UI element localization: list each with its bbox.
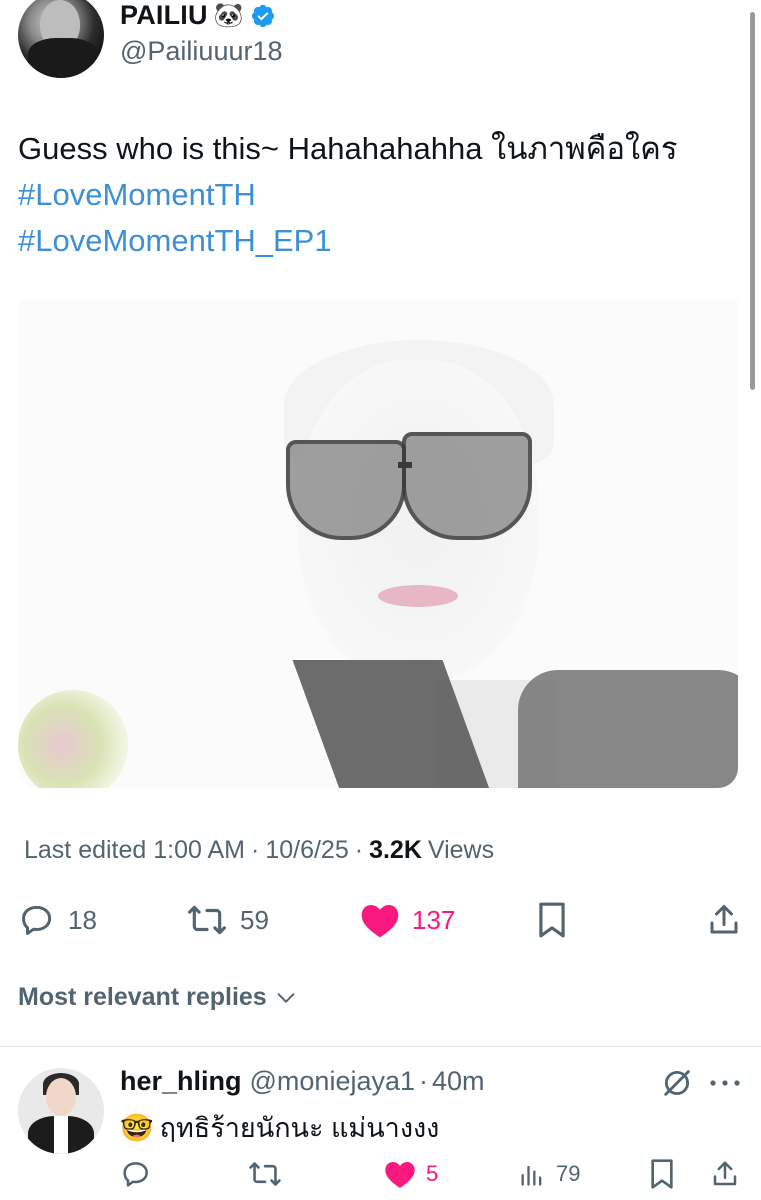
divider — [0, 1046, 761, 1047]
reply-body: ฤทธิร้ายนักนะ แม่นางงง — [159, 1113, 440, 1143]
replies-sort-dropdown[interactable]: Most relevant replies — [18, 983, 297, 1012]
like-count: 137 — [412, 904, 456, 935]
reply-text: 🤓 ฤทธิร้ายนักนะ แม่นางงง — [120, 1106, 439, 1149]
author-handle[interactable]: @Pailiuuur18 — [120, 36, 283, 67]
reply-icon — [22, 905, 52, 935]
heart-filled-icon — [385, 1162, 415, 1188]
chevron-down-icon — [277, 992, 295, 1003]
verified-badge-icon[interactable] — [250, 3, 276, 29]
author-name-row[interactable]: PAILIU 🐼 — [120, 0, 276, 31]
reply-icon — [123, 1162, 148, 1187]
grok-icon[interactable] — [660, 1066, 694, 1100]
tweet-text: Guess who is this~ Hahahahahha ในภาพคือใ… — [18, 126, 748, 264]
reply-repost-button[interactable] — [248, 1154, 282, 1194]
reply-author-handle[interactable]: @moniejaya1 — [250, 1066, 416, 1097]
reply-like-count: 5 — [426, 1161, 439, 1186]
tweet-meta: Last edited 1:00 AM · 10/6/25 · 3.2K Vie… — [24, 836, 495, 865]
panda-emoji-icon: 🐼 — [213, 1, 244, 29]
reply-avatar[interactable] — [18, 1068, 104, 1154]
replies-sort-label: Most relevant replies — [18, 983, 267, 1011]
reply-bookmark-button[interactable] — [648, 1154, 676, 1194]
author-avatar[interactable] — [18, 0, 104, 78]
analytics-icon — [521, 1165, 542, 1186]
reply-button[interactable]: 18 — [18, 898, 97, 942]
more-options-icon[interactable] — [708, 1078, 742, 1088]
views-label: Views — [427, 836, 495, 864]
tweet-body: Guess who is this~ Hahahahahha ในภาพคือใ… — [18, 131, 678, 166]
reply-header: her_hling @moniejaya1 · 40m — [120, 1066, 485, 1097]
hashtag-link[interactable]: #LoveMomentTH_EP1 — [18, 218, 748, 264]
share-button[interactable] — [706, 898, 742, 942]
repost-count: 59 — [240, 904, 269, 935]
repost-icon — [249, 1162, 281, 1186]
bookmark-icon — [539, 902, 565, 938]
bookmark-button[interactable] — [535, 898, 569, 942]
scrollbar[interactable] — [750, 12, 755, 390]
share-icon — [713, 1161, 737, 1186]
reply-share-button[interactable] — [710, 1154, 740, 1194]
heart-filled-icon — [361, 905, 399, 938]
edited-timestamp[interactable]: Last edited 1:00 AM — [24, 836, 245, 865]
views-count: 3.2K — [369, 836, 422, 864]
tweet-action-bar: 18 59 137 — [18, 898, 743, 942]
reply-timestamp[interactable]: 40m — [432, 1066, 485, 1097]
reply-action-bar: 5 79 — [120, 1154, 745, 1194]
reply-like-button[interactable]: 5 — [384, 1154, 438, 1194]
tweet-media-image[interactable] — [18, 300, 738, 788]
reply-views-count: 79 — [556, 1161, 581, 1186]
reply-views-button[interactable]: 79 — [518, 1154, 580, 1194]
nerd-face-emoji-icon: 🤓 — [120, 1112, 154, 1143]
hashtag-link[interactable]: #LoveMomentTH — [18, 172, 748, 218]
reply-reply-button[interactable] — [120, 1154, 152, 1194]
repost-button[interactable]: 59 — [186, 898, 269, 942]
bookmark-icon — [651, 1159, 673, 1189]
repost-icon — [187, 905, 226, 935]
reply-author-name[interactable]: her_hling — [120, 1066, 242, 1097]
like-button[interactable]: 137 — [360, 898, 455, 942]
author-name[interactable]: PAILIU — [120, 0, 208, 31]
post-date: 10/6/25 — [265, 836, 349, 864]
share-icon — [710, 905, 738, 934]
reply-count: 18 — [68, 904, 97, 935]
